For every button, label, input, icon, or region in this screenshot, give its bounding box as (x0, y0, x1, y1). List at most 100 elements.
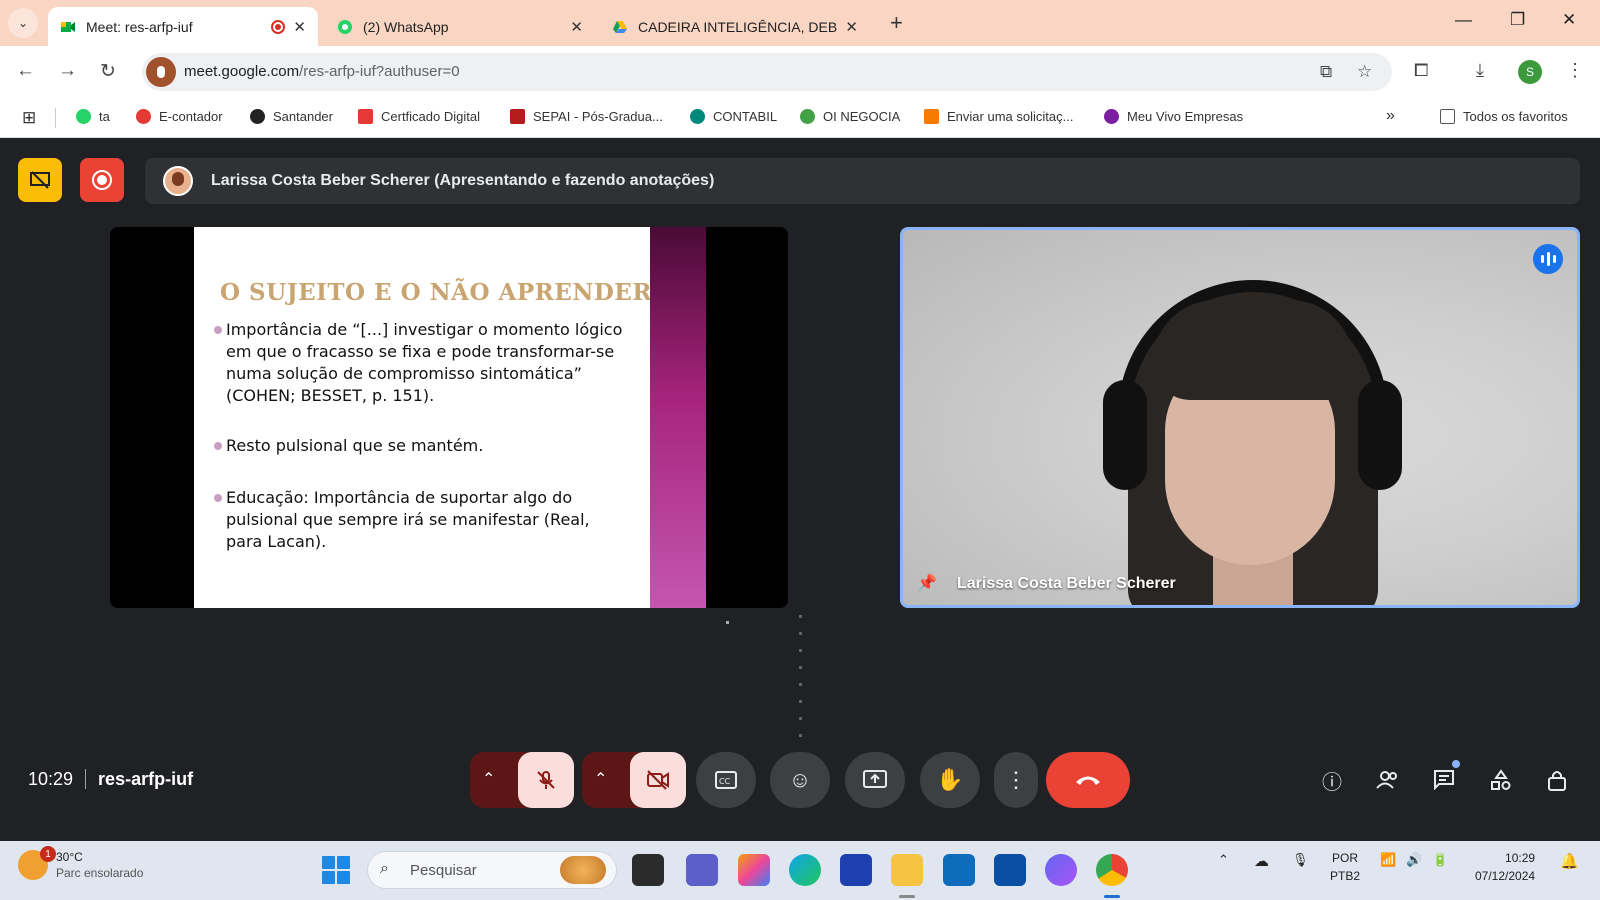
wifi-icon[interactable]: 📶 (1380, 852, 1396, 868)
present-screen-icon (863, 770, 887, 788)
address-bar[interactable]: meet.google.com/res-arfp-iuf?authuser=0 … (142, 53, 1392, 91)
bookmark-item[interactable]: CONTABIL (690, 109, 777, 124)
chrome-icon[interactable] (1096, 854, 1128, 886)
present-button[interactable] (845, 752, 905, 808)
avatar (163, 166, 193, 196)
bookmark-favicon-icon (76, 109, 91, 124)
meeting-details-icon[interactable]: ⓘ (1318, 766, 1346, 794)
bookmark-item[interactable]: OI NEGOCIA (800, 109, 900, 124)
close-tab-icon[interactable]: ✕ (845, 18, 858, 36)
close-tab-icon[interactable]: ✕ (293, 18, 306, 36)
weather-widget[interactable]: 1 30°C Parc ensolarado (18, 846, 143, 880)
reactions-button[interactable]: ☺ (770, 752, 830, 808)
resize-handle[interactable] (799, 615, 802, 751)
show-hidden-icons[interactable]: ⌃ (1218, 852, 1229, 868)
activities-icon[interactable] (1487, 766, 1515, 794)
bookmark-item[interactable]: ta (76, 109, 110, 124)
meet-stage: Larissa Costa Beber Scherer (Apresentand… (0, 139, 1600, 841)
host-controls-lock-icon[interactable] (1543, 766, 1571, 794)
minimize-icon[interactable]: — (1455, 10, 1472, 30)
all-bookmarks-folder[interactable]: Todos os favoritos (1440, 109, 1568, 124)
captions-button[interactable]: CC (696, 752, 756, 808)
mic-toggle-button[interactable] (518, 752, 574, 808)
slide-bullet: Educação: Importância de suportar algo d… (214, 487, 626, 553)
bookmark-item[interactable]: Santander (250, 109, 333, 124)
edge-icon[interactable] (789, 854, 821, 886)
people-icon[interactable] (1374, 766, 1402, 794)
open-external-icon[interactable]: ⧉ (1320, 62, 1332, 82)
meeting-code: res-arfp-iuf (98, 769, 194, 789)
speaking-indicator-icon (1533, 244, 1563, 274)
bookmark-star-icon[interactable]: ☆ (1357, 62, 1372, 82)
language-indicator[interactable]: POR PTB2 (1330, 849, 1360, 885)
tab-drive[interactable]: CADEIRA INTELIGÊNCIA, DEBIL ✕ (600, 7, 870, 46)
presentation-off-icon (30, 171, 50, 189)
bookmark-item[interactable]: Meu Vivo Empresas (1104, 109, 1243, 124)
tab-strip: ⌄ Meet: res-arfp-iuf ✕ (2) WhatsApp ✕ CA… (0, 0, 1600, 46)
drive-favicon-icon (612, 19, 628, 35)
tab-search-button[interactable]: ⌄ (8, 8, 38, 38)
file-explorer-icon[interactable] (891, 854, 923, 886)
bookmark-favicon-icon (800, 109, 815, 124)
extensions-icon[interactable]: ⧠ (1414, 60, 1428, 81)
tab-title: Meet: res-arfp-iuf (86, 18, 193, 35)
site-info-icon[interactable] (146, 57, 176, 87)
task-view-icon[interactable] (632, 854, 664, 886)
slide-bullet: Resto pulsional que se mantém. (214, 435, 626, 457)
meet-favicon-icon (60, 19, 76, 35)
outlook-icon[interactable] (994, 854, 1026, 886)
video-controls: ⌃ (582, 752, 686, 808)
teams-icon[interactable] (686, 854, 718, 886)
participant-video-tile[interactable]: 📌 Larissa Costa Beber Scherer (900, 227, 1580, 608)
video-options-chevron-icon[interactable]: ⌃ (594, 769, 607, 789)
browser-toolbar: ← → ↻ meet.google.com/res-arfp-iuf?authu… (0, 46, 1600, 98)
copilot-icon[interactable] (738, 854, 770, 886)
bookmark-item[interactable]: E-contador (136, 109, 223, 124)
more-bookmarks-button[interactable]: » (1386, 107, 1395, 125)
audio-options-chevron-icon[interactable]: ⌃ (482, 769, 495, 789)
leave-call-button[interactable] (1046, 752, 1130, 808)
bookmark-favicon-icon (924, 109, 939, 124)
apps-grid-icon[interactable]: ⊞ (22, 108, 36, 128)
close-window-icon[interactable]: ✕ (1562, 10, 1576, 30)
forward-icon[interactable]: → (58, 60, 77, 82)
store-icon[interactable] (840, 854, 872, 886)
bookmark-favicon-icon (1104, 109, 1119, 124)
download-icon[interactable]: ⤓ (1476, 60, 1484, 81)
outlook-new-icon[interactable] (943, 854, 975, 886)
more-options-button[interactable]: ⋮ (994, 752, 1038, 808)
notifications-bell-icon[interactable]: 🔔 (1560, 852, 1579, 870)
presentation-tile[interactable]: O SUJEITO E O NÃO APRENDER Importância d… (110, 227, 788, 608)
onedrive-icon[interactable]: ☁ (1254, 852, 1269, 870)
start-button[interactable] (322, 856, 350, 884)
reload-icon[interactable]: ↻ (100, 60, 116, 83)
captions-icon: CC (715, 771, 737, 789)
system-clock[interactable]: 10:29 07/12/2024 (1475, 849, 1535, 885)
audio-controls: ⌃ (470, 752, 574, 808)
search-placeholder: Pesquisar (410, 862, 477, 879)
microphone-icon[interactable]: 🎙 (1292, 852, 1309, 868)
volume-icon[interactable]: 🔊 (1406, 852, 1422, 868)
tab-meet[interactable]: Meet: res-arfp-iuf ✕ (48, 7, 318, 46)
recording-button[interactable] (80, 158, 124, 202)
menu-kebab-icon[interactable]: ⋮ (1566, 60, 1584, 81)
taskbar-search-input[interactable]: ⌕ Pesquisar (367, 851, 617, 889)
new-tab-button[interactable]: + (890, 10, 903, 36)
record-icon (92, 170, 112, 190)
pin-icon[interactable]: 📌 (917, 573, 937, 593)
tab-whatsapp[interactable]: (2) WhatsApp ✕ (325, 7, 595, 46)
battery-icon[interactable]: 🔋 (1432, 852, 1448, 868)
bookmark-item[interactable]: Enviar uma solicitaç... (924, 109, 1073, 124)
restore-icon[interactable]: ❐ (1510, 10, 1525, 30)
close-tab-icon[interactable]: ✕ (570, 18, 583, 36)
whatsapp-favicon-icon (337, 19, 353, 35)
bookmark-item[interactable]: SEPAI - Pós-Gradua... (510, 109, 663, 124)
back-icon[interactable]: ← (16, 60, 35, 82)
stop-presenting-button[interactable] (18, 158, 62, 202)
bookmark-item[interactable]: Certficado Digital (358, 109, 480, 124)
chat-icon[interactable] (1430, 766, 1458, 794)
assistant-icon[interactable] (1045, 854, 1077, 886)
profile-avatar[interactable]: S (1518, 60, 1542, 84)
camera-toggle-button[interactable] (630, 752, 686, 808)
raise-hand-button[interactable]: ✋ (920, 752, 980, 808)
